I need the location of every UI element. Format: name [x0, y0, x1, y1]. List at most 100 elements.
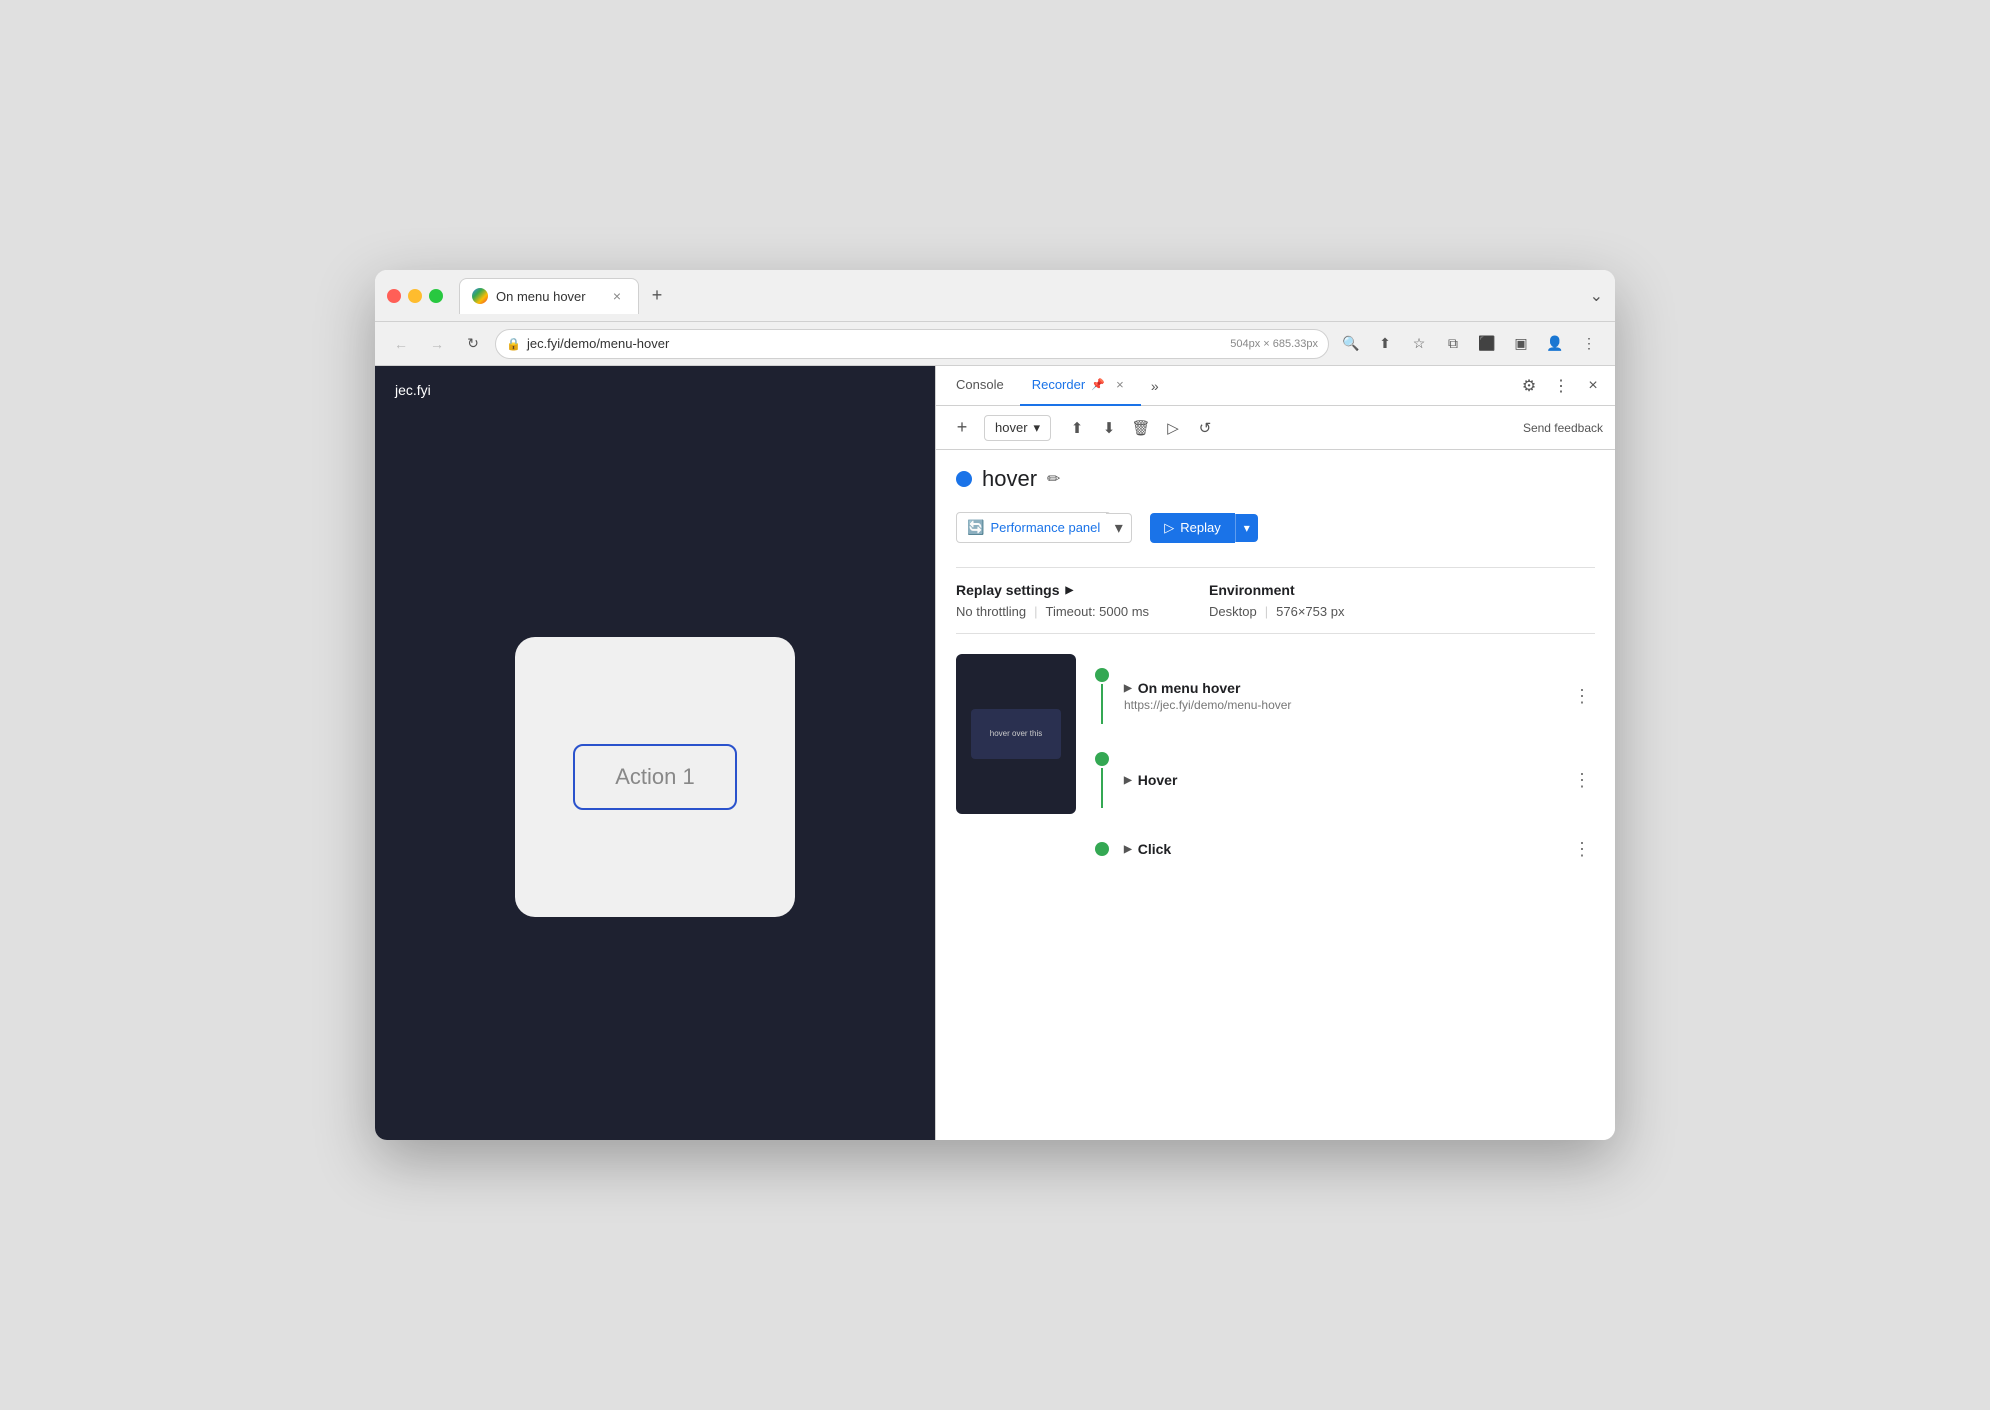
minimize-window-button[interactable] — [408, 289, 422, 303]
address-bar: ← → ↻ 🔒 jec.fyi/demo/menu-hover 504px × … — [375, 322, 1615, 366]
thumbnail-inner: hover over this — [971, 709, 1061, 759]
step-item[interactable]: ▶ On menu hover https://jec.fyi/demo/men… — [1092, 654, 1595, 738]
new-tab-button[interactable]: + — [643, 282, 671, 310]
settings-gear-icon[interactable]: ⚙ — [1515, 372, 1543, 400]
back-button[interactable]: ← — [387, 330, 415, 358]
browser-tab[interactable]: On menu hover × — [459, 278, 639, 314]
tab-title: On menu hover — [496, 289, 586, 304]
bookmark-icon[interactable]: ☆ — [1405, 330, 1433, 358]
tab-console[interactable]: Console — [944, 366, 1016, 406]
steps-list: ▶ On menu hover https://jec.fyi/demo/men… — [1092, 654, 1595, 876]
download-button[interactable]: ⬇ — [1095, 414, 1123, 442]
step-item[interactable]: ▶ Hover ⋮ — [1092, 738, 1595, 822]
replay-settings-group: Replay settings ▶ No throttling | Timeou… — [956, 582, 1149, 619]
loop-button[interactable]: ↺ — [1191, 414, 1219, 442]
site-name: jec.fyi — [375, 366, 935, 414]
extension2-icon[interactable]: ⬛ — [1473, 330, 1501, 358]
step-more-button[interactable]: ⋮ — [1569, 836, 1595, 862]
environment-detail: Desktop | 576×753 px — [1209, 604, 1344, 619]
extension-icon[interactable]: ⧉ — [1439, 330, 1467, 358]
sidebar-icon[interactable]: ▣ — [1507, 330, 1535, 358]
close-devtools-button[interactable]: × — [1579, 372, 1607, 400]
step-dot-container — [1092, 752, 1112, 808]
delete-recording-button[interactable]: 🗑 — [1127, 414, 1155, 442]
perf-panel-chevron-button[interactable]: ▾ — [1106, 513, 1132, 543]
recorder-pin-icon: 📌 — [1091, 378, 1105, 391]
step-name: Hover — [1138, 772, 1178, 788]
replay-button-group: ▷ Replay ▾ — [1150, 513, 1258, 543]
recorder-tab-label: Recorder — [1032, 377, 1085, 392]
forward-button[interactable]: → — [423, 330, 451, 358]
content-area: jec.fyi Action 1 Console Recorder 📌 × » — [375, 366, 1615, 1140]
actions-row: 🔄 Performance panel ▾ ▷ Replay ▾ — [956, 512, 1595, 543]
replay-settings-arrow: ▶ — [1065, 585, 1073, 596]
perf-panel-label: Performance panel — [990, 520, 1100, 535]
recording-name: hover — [995, 420, 1028, 435]
url-text: jec.fyi/demo/menu-hover — [527, 336, 1224, 351]
profile-icon[interactable]: 👤 — [1541, 330, 1569, 358]
replay-play-icon: ▷ — [1164, 520, 1174, 536]
search-icon[interactable]: 🔍 — [1337, 330, 1365, 358]
step-dot-container — [1092, 668, 1112, 724]
perf-panel-icon: 🔄 — [967, 519, 984, 536]
replay-dropdown-button[interactable]: ▾ — [1235, 514, 1258, 542]
step-expand-icon: ▶ — [1124, 775, 1132, 786]
chevron-down-icon: ▾ — [1115, 518, 1123, 538]
step-more-button[interactable]: ⋮ — [1569, 683, 1595, 709]
recorder-body: hover ✏ 🔄 Performance panel ▾ — [936, 450, 1615, 1140]
replay-settings-title[interactable]: Replay settings ▶ — [956, 582, 1149, 598]
step-title: ▶ On menu hover — [1124, 680, 1557, 696]
recording-selector[interactable]: hover ▾ — [984, 415, 1051, 441]
tab-controls[interactable]: ⌄ — [1590, 286, 1603, 306]
step-play-button[interactable]: ▷ — [1159, 414, 1187, 442]
step-content: ▶ Hover — [1124, 772, 1557, 788]
edit-recording-name-icon[interactable]: ✏ — [1047, 469, 1060, 489]
share-icon[interactable]: ⬆ — [1371, 330, 1399, 358]
devtools-tabs: Console Recorder 📌 × » ⚙ ⋮ × — [936, 366, 1615, 406]
add-recording-button[interactable]: + — [948, 414, 976, 442]
environment-size: 576×753 px — [1276, 604, 1344, 619]
performance-panel-button[interactable]: 🔄 Performance panel — [956, 512, 1111, 543]
settings-divider: | — [1034, 604, 1037, 619]
step-thumbnail: hover over this — [956, 654, 1076, 814]
steps-area: hover over this — [956, 654, 1595, 876]
refresh-button[interactable]: ↻ — [459, 330, 487, 358]
recorder-tab-close[interactable]: × — [1111, 376, 1129, 394]
step-content: ▶ On menu hover https://jec.fyi/demo/men… — [1124, 680, 1557, 712]
step-url: https://jec.fyi/demo/menu-hover — [1124, 698, 1557, 712]
console-tab-label: Console — [956, 377, 1004, 392]
more-tabs-button[interactable]: » — [1145, 378, 1165, 394]
tab-recorder[interactable]: Recorder 📌 × — [1020, 366, 1141, 406]
title-bar: On menu hover × + ⌄ — [375, 270, 1615, 322]
replay-settings-section: Replay settings ▶ No throttling | Timeou… — [956, 567, 1595, 634]
tab-close-button[interactable]: × — [608, 287, 626, 305]
replay-label: Replay — [1180, 520, 1220, 535]
replay-main-button[interactable]: ▷ Replay — [1150, 513, 1234, 543]
url-bar[interactable]: 🔒 jec.fyi/demo/menu-hover 504px × 685.33… — [495, 329, 1329, 359]
step-expand-icon: ▶ — [1124, 683, 1132, 694]
maximize-window-button[interactable] — [429, 289, 443, 303]
address-icons: 🔍 ⬆ ☆ ⧉ ⬛ ▣ 👤 ⋮ — [1337, 330, 1603, 358]
replay-settings-detail: No throttling | Timeout: 5000 ms — [956, 604, 1149, 619]
upload-button[interactable]: ⬆ — [1063, 414, 1091, 442]
tab-bar: On menu hover × + — [459, 278, 1582, 314]
send-feedback-link[interactable]: Send feedback — [1523, 421, 1603, 435]
more-options-icon[interactable]: ⋮ — [1575, 330, 1603, 358]
step-item[interactable]: ▶ Click ⋮ — [1092, 822, 1595, 876]
devtools-more-icon[interactable]: ⋮ — [1547, 372, 1575, 400]
performance-panel-group: 🔄 Performance panel ▾ — [956, 512, 1132, 543]
lock-icon: 🔒 — [506, 337, 521, 351]
environment-value: Desktop — [1209, 604, 1257, 619]
action-button[interactable]: Action 1 — [573, 744, 737, 810]
recording-selector-chevron: ▾ — [1034, 420, 1041, 436]
recorder-toolbar: + hover ▾ ⬆ ⬇ 🗑 ▷ ↺ Send feedback — [936, 406, 1615, 450]
step-more-button[interactable]: ⋮ — [1569, 767, 1595, 793]
step-line — [1101, 684, 1103, 724]
recording-indicator — [956, 471, 972, 487]
step-expand-icon: ▶ — [1124, 844, 1132, 855]
env-divider: | — [1265, 604, 1268, 619]
close-window-button[interactable] — [387, 289, 401, 303]
thumbnail-text: hover over this — [990, 729, 1042, 739]
environment-title: Environment — [1209, 582, 1344, 598]
step-title: ▶ Click — [1124, 841, 1557, 857]
